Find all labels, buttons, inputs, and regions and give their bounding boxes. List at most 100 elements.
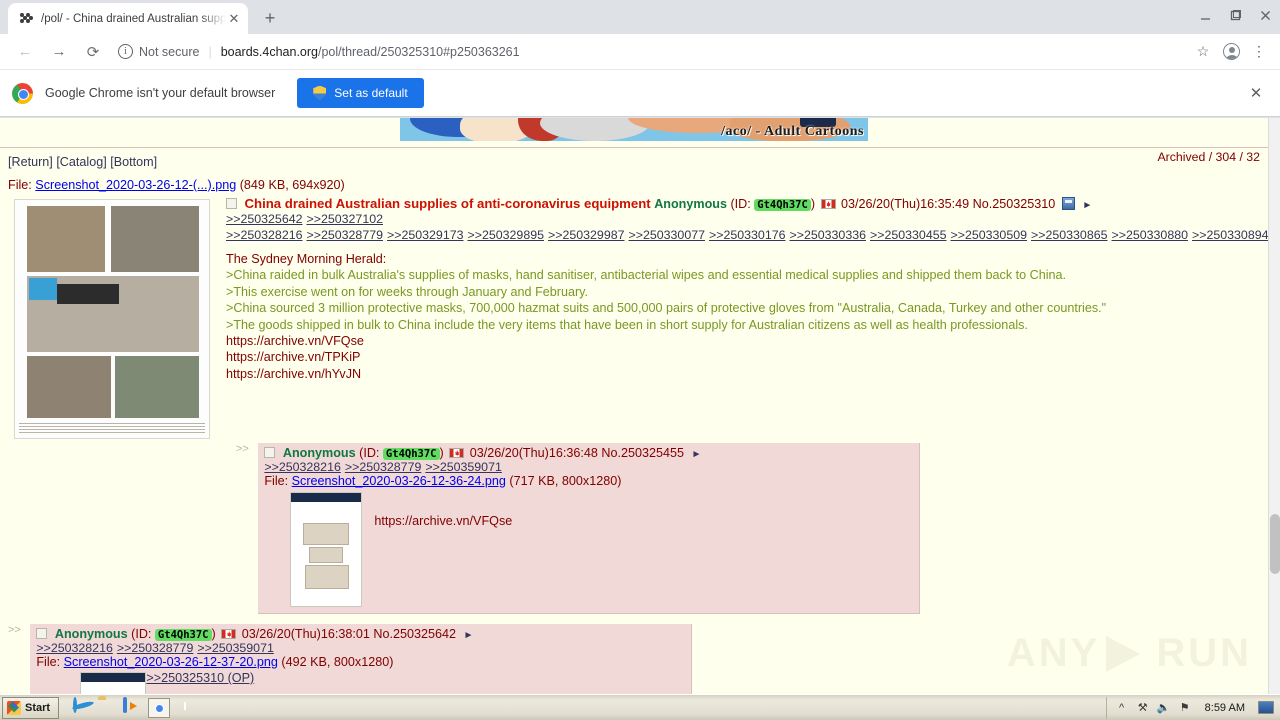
shield-icon xyxy=(313,85,327,101)
reply-delete-checkbox[interactable] xyxy=(264,447,276,458)
reply-row: >> Anonymous (ID: Gt4Qh37C) 03/26/20(Thu… xyxy=(0,443,1268,614)
board-nav-links: [Return] [Catalog] [Bottom] xyxy=(0,148,1268,169)
backlink[interactable]: >>250330509 xyxy=(951,228,1028,242)
address-bar[interactable]: i Not secure | boards.4chan.org/pol/thre… xyxy=(118,38,1180,65)
reply-thumbnail[interactable] xyxy=(80,672,147,694)
backlink[interactable]: >>250330176 xyxy=(709,228,786,242)
reply-post-number[interactable]: No.250325455 xyxy=(601,446,684,460)
reply-post-number[interactable]: No.250325642 xyxy=(373,627,456,641)
reply-poster-id[interactable]: Gt4Qh37C xyxy=(382,448,440,460)
show-hidden-icons-icon[interactable]: ^ xyxy=(1115,701,1129,715)
bottom-link[interactable]: [Bottom] xyxy=(110,155,157,169)
network-icon[interactable]: ⚑ xyxy=(1178,701,1192,715)
backlink[interactable]: >>250330455 xyxy=(870,228,947,242)
op-timestamp: 03/26/20(Thu)16:35:49 xyxy=(841,197,970,211)
backlink[interactable]: >>250330077 xyxy=(629,228,706,242)
page-scrollbar[interactable] xyxy=(1268,118,1280,694)
start-button[interactable]: Start xyxy=(2,696,60,719)
backlink[interactable]: >>250328216 xyxy=(36,641,113,655)
maximize-icon[interactable] xyxy=(1220,1,1250,29)
file-explorer-icon[interactable] xyxy=(98,699,116,717)
backlink[interactable]: >>250328779 xyxy=(345,460,422,474)
backlink[interactable]: >>250325642 xyxy=(226,212,303,226)
reply-author-name: Anonymous xyxy=(282,446,356,460)
reply-file-link[interactable]: Screenshot_2020-03-26-12-37-20.png xyxy=(64,655,278,669)
tab-title: /pol/ - China drained Australian supp xyxy=(41,12,226,25)
backlink[interactable]: >>250330894 xyxy=(1192,228,1269,242)
op-thumbnail[interactable] xyxy=(14,199,210,439)
op-author-name: Anonymous xyxy=(654,197,727,211)
recording-app-icon[interactable] xyxy=(177,699,195,717)
backlink[interactable]: >>250330865 xyxy=(1031,228,1108,242)
archived-status: Archived / 304 / 32 xyxy=(1157,150,1260,164)
security-alert-icon[interactable]: ⚒ xyxy=(1136,701,1150,715)
backlink[interactable]: >>250328216 xyxy=(264,460,341,474)
board-banner-image[interactable]: /aco/ - Adult Cartoons xyxy=(400,118,868,141)
reply-thumbnail[interactable] xyxy=(290,492,363,607)
bookmark-star-icon[interactable]: ☆ xyxy=(1190,39,1216,65)
op-delete-checkbox[interactable] xyxy=(226,198,237,209)
browser-toolbar: ← → ⟳ i Not secure | boards.4chan.org/po… xyxy=(0,34,1280,70)
op-line: >China raided in bulk Australia's suppli… xyxy=(226,268,1067,283)
op-file-meta: (849 KB, 694x920) xyxy=(239,178,345,192)
profile-avatar-icon[interactable] xyxy=(1218,39,1244,65)
site-info-icon[interactable]: i xyxy=(118,44,133,59)
fourchan-favicon xyxy=(18,11,34,27)
chrome-menu-icon[interactable]: ⋮ xyxy=(1246,39,1272,65)
reply-arrow-icon[interactable]: ► xyxy=(1082,200,1092,211)
op-line: >China sourced 3 million protective mask… xyxy=(226,301,1107,316)
reload-button[interactable]: ⟳ xyxy=(79,38,107,66)
forward-button[interactable]: → xyxy=(45,38,73,66)
backlink[interactable]: >>250328216 xyxy=(226,228,303,242)
tab-close-icon[interactable]: ✕ xyxy=(226,11,242,27)
reply-delete-checkbox[interactable] xyxy=(36,628,48,639)
reply-id-prefix: (ID: xyxy=(359,446,380,460)
back-button[interactable]: ← xyxy=(11,38,39,66)
reply-file-link[interactable]: Screenshot_2020-03-26-12-36-24.png xyxy=(292,474,506,488)
post-menu-icon[interactable] xyxy=(1061,197,1075,210)
windows-media-player-icon[interactable] xyxy=(123,696,141,717)
op-file-link[interactable]: Screenshot_2020-03-26-12-(...).png xyxy=(35,178,236,192)
backlink[interactable]: >>250329987 xyxy=(548,228,625,242)
op-id-suffix: ) xyxy=(810,197,816,211)
op-thumbnail-image xyxy=(14,199,210,439)
reply-arrow-icon[interactable]: ► xyxy=(463,630,473,641)
volume-icon[interactable]: 🔈 xyxy=(1157,701,1171,715)
google-chrome-icon[interactable] xyxy=(148,697,171,718)
reply-arrow-icon[interactable]: ► xyxy=(691,449,701,460)
op-line: https://archive.vn/TPKiP xyxy=(226,350,361,365)
op-post-number[interactable]: No.250325310 xyxy=(973,197,1056,211)
reply-poster-id[interactable]: Gt4Qh37C xyxy=(154,629,212,641)
backlink[interactable]: >>250328779 xyxy=(117,641,194,655)
reply-header: Anonymous (ID: Gt4Qh37C) 03/26/20(Thu)16… xyxy=(36,627,683,655)
reply-post: Anonymous (ID: Gt4Qh37C) 03/26/20(Thu)16… xyxy=(258,443,921,614)
backlink[interactable]: >>250330880 xyxy=(1112,228,1189,242)
reply-file-meta: (492 KB, 800x1280) xyxy=(281,655,394,669)
default-browser-infobar: Google Chrome isn't your default browser… xyxy=(0,70,1280,117)
show-desktop-button[interactable] xyxy=(1258,701,1274,714)
scrollbar-thumb[interactable] xyxy=(1270,514,1280,574)
minimize-icon[interactable] xyxy=(1190,1,1220,29)
reply-id-suffix: ) xyxy=(439,446,444,460)
backlink[interactable]: >>250359071 xyxy=(197,641,274,655)
internet-explorer-icon[interactable] xyxy=(73,696,91,717)
backlink[interactable]: >>250330336 xyxy=(790,228,867,242)
op-line: >The goods shipped in bulk to China incl… xyxy=(226,317,1028,332)
browser-tab[interactable]: /pol/ - China drained Australian supp ✕ xyxy=(8,3,248,34)
new-tab-button[interactable]: + xyxy=(256,4,284,32)
backlink[interactable]: >>250329173 xyxy=(387,228,464,242)
backlink[interactable]: >>250359071 xyxy=(425,460,502,474)
close-window-icon[interactable] xyxy=(1250,1,1280,29)
backlink[interactable]: >>250327102 xyxy=(307,212,384,226)
set-as-default-button[interactable]: Set as default xyxy=(297,78,424,108)
infobar-close-icon[interactable]: ✕ xyxy=(1244,81,1268,105)
catalog-link[interactable]: [Catalog] xyxy=(56,155,106,169)
op-poster-id[interactable]: Gt4Qh37C xyxy=(754,199,811,211)
clock[interactable]: 8:59 AM xyxy=(1205,702,1245,714)
return-link[interactable]: [Return] xyxy=(8,155,53,169)
backlink[interactable]: >>250329895 xyxy=(468,228,545,242)
reply-row: >> Anonymous (ID: Gt4Qh37C) 03/26/20(Thu… xyxy=(0,624,1268,694)
reply-quote-link[interactable]: >>250325310 (OP) xyxy=(146,671,254,685)
backlink[interactable]: >>250328779 xyxy=(307,228,384,242)
system-tray: ^ ⚒ 🔈 ⚑ 8:59 AM xyxy=(1105,696,1280,719)
